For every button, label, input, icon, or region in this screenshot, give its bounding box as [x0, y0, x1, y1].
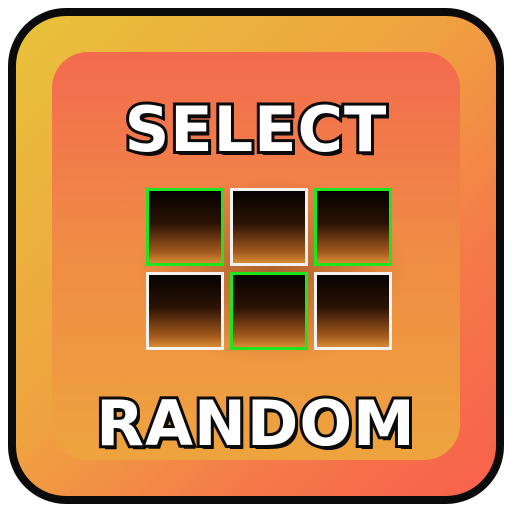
tile-selected [314, 188, 392, 266]
tile-selected [146, 188, 224, 266]
tile-grid [146, 188, 398, 356]
tile [230, 188, 308, 266]
tile [314, 272, 392, 350]
tile [146, 272, 224, 350]
select-random-icon[interactable]: SELECT RANDOM [8, 8, 504, 504]
title-select: SELECT [122, 93, 390, 166]
title-random: RANDOM [93, 387, 417, 460]
tile-selected [230, 272, 308, 350]
